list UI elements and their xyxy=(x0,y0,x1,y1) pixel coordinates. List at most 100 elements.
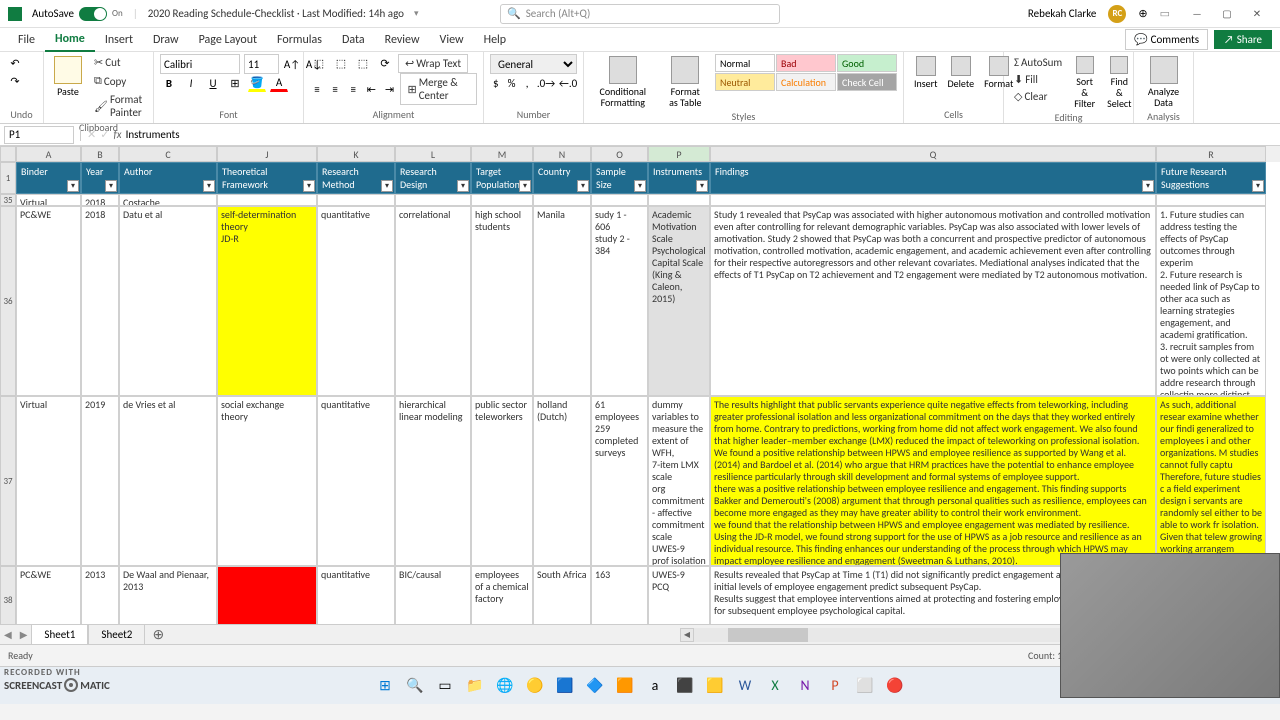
style-normal[interactable]: Normal xyxy=(715,54,775,72)
name-box[interactable]: P1 xyxy=(4,126,74,144)
col-header-O[interactable]: O xyxy=(591,146,648,162)
header-author[interactable]: Author▾ xyxy=(119,162,217,194)
col-header-R[interactable]: R xyxy=(1156,146,1266,162)
cell-J36[interactable]: self-determination theoryJD-R xyxy=(217,206,317,396)
filter-icon[interactable]: ▾ xyxy=(519,180,531,192)
header-year[interactable]: Year▾ xyxy=(81,162,119,194)
menu-view[interactable]: View xyxy=(430,29,474,51)
share-button[interactable]: ↗ Share xyxy=(1214,30,1272,49)
col-header-M[interactable]: M xyxy=(471,146,533,162)
style-calculation[interactable]: Calculation xyxy=(776,73,836,91)
menu-page-layout[interactable]: Page Layout xyxy=(189,29,267,51)
tb-app2-icon[interactable]: 🔷 xyxy=(583,674,607,698)
cell-K36[interactable]: quantitative xyxy=(317,206,395,396)
clear-button[interactable]: ◇ Clear xyxy=(1010,88,1066,105)
redo-button[interactable]: ↷ xyxy=(6,72,24,90)
inc-decimal-button[interactable]: .0→ xyxy=(537,74,555,92)
currency-button[interactable]: $ xyxy=(490,74,502,92)
cell-C35[interactable]: Costache xyxy=(119,194,217,206)
menu-draw[interactable]: Draw xyxy=(143,29,189,51)
col-header-K[interactable]: K xyxy=(317,146,395,162)
cell-A36[interactable]: PC&WE xyxy=(16,206,81,396)
close-button[interactable]: ✕ xyxy=(1242,4,1272,24)
menu-help[interactable]: Help xyxy=(474,29,517,51)
filter-icon[interactable]: ▾ xyxy=(67,180,79,192)
fill-button[interactable]: ⬇ Fill xyxy=(1010,71,1066,88)
cell-M35[interactable] xyxy=(471,194,533,206)
filter-icon[interactable]: ▾ xyxy=(696,180,708,192)
paste-button[interactable]: Paste xyxy=(50,54,86,121)
cell-O36[interactable]: sudy 1 - 606study 2 - 384 xyxy=(591,206,648,396)
cell-A37[interactable]: Virtual xyxy=(16,396,81,566)
cell-P37[interactable]: dummy variables to measure the extent of… xyxy=(648,396,710,566)
menu-home[interactable]: Home xyxy=(45,28,95,52)
filter-icon[interactable]: ▾ xyxy=(1142,180,1154,192)
cell-R36[interactable]: 1. Future studies can address testing th… xyxy=(1156,206,1266,396)
font-size-select[interactable] xyxy=(244,54,279,74)
avatar[interactable]: RC xyxy=(1108,5,1126,23)
style-bad[interactable]: Bad xyxy=(776,54,836,72)
cell-P36[interactable]: Academic Motivation ScalePsychological C… xyxy=(648,206,710,396)
tb-app4-icon[interactable]: ⬛ xyxy=(673,674,697,698)
cell-Q36[interactable]: Study 1 revealed that PsyCap was associa… xyxy=(710,206,1156,396)
cell-N35[interactable] xyxy=(533,194,591,206)
autosum-button[interactable]: Σ AutoSum xyxy=(1010,54,1066,71)
cell-J37[interactable]: social exchange theory xyxy=(217,396,317,566)
indent-dec-button[interactable]: ⇤ xyxy=(364,80,378,98)
filter-icon[interactable]: ▾ xyxy=(105,180,117,192)
align-top-button[interactable]: ⬚ xyxy=(310,55,328,73)
fill-color-button[interactable]: 🪣 xyxy=(248,74,266,92)
bold-button[interactable]: B xyxy=(160,74,178,92)
cell-R37[interactable]: As such, additional resear examine wheth… xyxy=(1156,396,1266,566)
insert-cells-button[interactable]: Insert xyxy=(910,54,942,91)
fx-icon[interactable]: fx xyxy=(113,128,121,141)
tb-app7-icon[interactable]: 🔴 xyxy=(883,674,907,698)
tb-search-icon[interactable]: 🔍 xyxy=(403,674,427,698)
row-header-r37[interactable]: 37 xyxy=(0,396,16,566)
tb-app6-icon[interactable]: ⬜ xyxy=(853,674,877,698)
tb-taskview-icon[interactable]: ▭ xyxy=(433,674,457,698)
tb-chrome-icon[interactable]: 🟡 xyxy=(523,674,547,698)
style-good[interactable]: Good xyxy=(837,54,897,72)
cell-K37[interactable]: quantitative xyxy=(317,396,395,566)
row-header-r36[interactable]: 36 xyxy=(0,206,16,396)
filter-icon[interactable]: ▾ xyxy=(577,180,589,192)
increase-font-button[interactable]: A↑ xyxy=(283,55,301,73)
hscroll-thumb[interactable] xyxy=(728,628,808,642)
globe-icon[interactable]: ⊕ xyxy=(1138,7,1147,20)
border-button[interactable]: ⊞ xyxy=(226,74,244,92)
scroll-left-button[interactable]: ◀ xyxy=(680,628,694,642)
filter-icon[interactable]: ▾ xyxy=(381,180,393,192)
filter-icon[interactable]: ▾ xyxy=(203,180,215,192)
cancel-formula-icon[interactable]: ✕ xyxy=(87,128,96,141)
tb-powerpoint-icon[interactable]: P xyxy=(823,674,847,698)
cell-O35[interactable] xyxy=(591,194,648,206)
align-middle-button[interactable]: ⬚ xyxy=(332,55,350,73)
copy-button[interactable]: ⧉ Copy xyxy=(90,72,147,90)
tab-nav-next[interactable]: ▶ xyxy=(16,628,32,641)
align-left-button[interactable]: ≡ xyxy=(310,80,324,98)
autosave-toggle[interactable]: AutoSave On xyxy=(32,7,123,21)
number-format-select[interactable]: General xyxy=(490,54,577,74)
menu-insert[interactable]: Insert xyxy=(95,29,143,51)
sheet-tab-2[interactable]: Sheet2 xyxy=(88,624,145,644)
analyze-data-button[interactable]: Analyze Data xyxy=(1140,54,1187,110)
header-future[interactable]: Future Research Suggestions▾ xyxy=(1156,162,1266,194)
header-framework[interactable]: Theoretical Framework▾ xyxy=(217,162,317,194)
align-right-button[interactable]: ≡ xyxy=(346,80,360,98)
cell-N36[interactable]: Manila xyxy=(533,206,591,396)
delete-cells-button[interactable]: Delete xyxy=(944,54,979,91)
search-input[interactable]: 🔍 Search (Alt+Q) xyxy=(500,4,780,24)
cell-B37[interactable]: 2019 xyxy=(81,396,119,566)
header-sample[interactable]: Sample Size▾ xyxy=(591,162,648,194)
filter-icon[interactable]: ▾ xyxy=(1252,180,1264,192)
wrap-text-button[interactable]: ↩ Wrap Text xyxy=(398,54,468,73)
menu-data[interactable]: Data xyxy=(332,29,375,51)
cut-button[interactable]: ✂ Cut xyxy=(90,54,147,71)
filter-icon[interactable]: ▾ xyxy=(303,180,315,192)
tb-amazon-icon[interactable]: a xyxy=(643,674,667,698)
cell-J35[interactable] xyxy=(217,194,317,206)
filter-icon[interactable]: ▾ xyxy=(457,180,469,192)
tb-app5-icon[interactable]: 🟨 xyxy=(703,674,727,698)
tb-word-icon[interactable]: W xyxy=(733,674,757,698)
